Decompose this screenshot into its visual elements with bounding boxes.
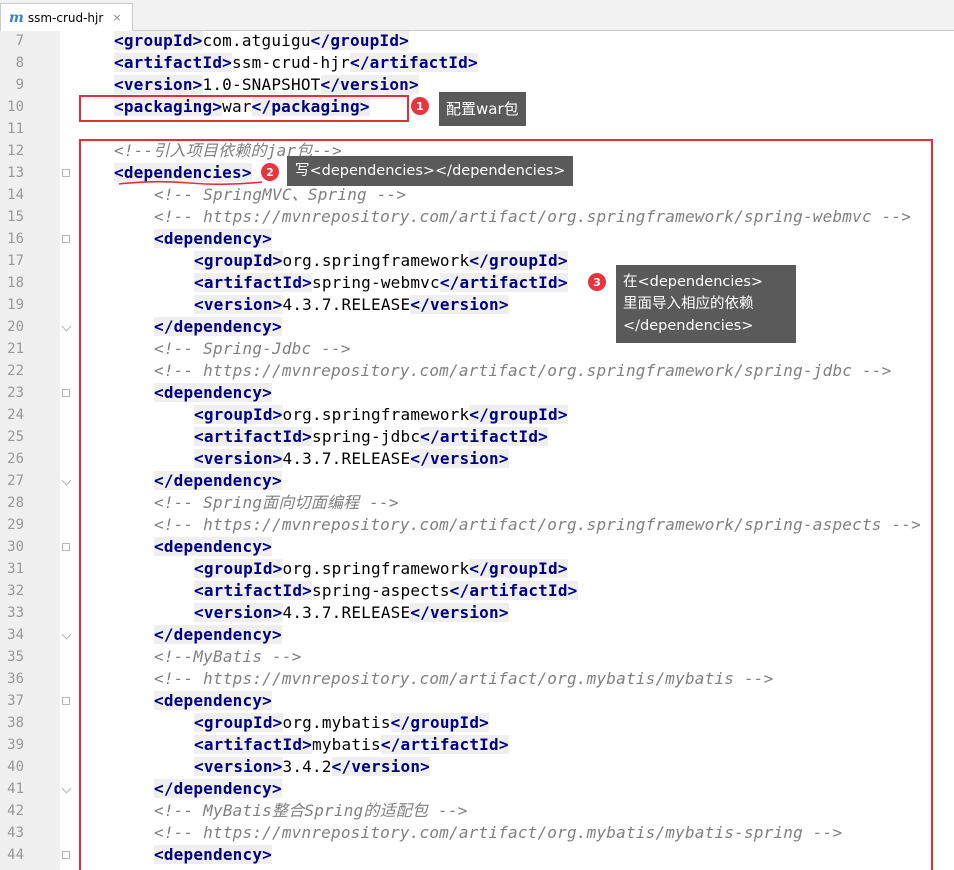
annotation-note-1: 配置war包 — [439, 92, 526, 126]
line-number: 44 — [7, 847, 24, 863]
xml-tag: </groupId> — [310, 31, 409, 50]
line-number: 20 — [7, 319, 24, 335]
xml-tag: <version> — [114, 75, 203, 94]
line-number: 33 — [7, 605, 24, 621]
line-number: 39 — [7, 737, 24, 753]
line-number: 15 — [7, 209, 24, 225]
line-number: 11 — [7, 121, 24, 137]
line-number: 23 — [7, 385, 24, 401]
xml-tag: </artifactId> — [350, 53, 478, 72]
annotation-badge-1: 1 — [411, 97, 429, 115]
tab-title: ssm-crud-hjr — [27, 10, 104, 25]
fold-marker-icon[interactable] — [62, 389, 70, 397]
line-number: 35 — [7, 649, 24, 665]
annotation-badge-3: 3 — [588, 273, 606, 291]
maven-m-icon: m — [9, 9, 24, 26]
code-line[interactable]: 7 <groupId>com.atguigu</groupId> — [0, 30, 954, 52]
line-number: 21 — [7, 341, 24, 357]
annotation-note-2: 写<dependencies></dependencies> — [287, 156, 574, 186]
fold-marker-icon[interactable] — [62, 169, 70, 177]
tab-ssm-crud-hjr[interactable]: m ssm-crud-hjr × — [0, 3, 133, 31]
line-number: 38 — [7, 715, 24, 731]
red-underline — [118, 180, 263, 186]
line-number: 10 — [7, 99, 24, 115]
close-icon[interactable]: × — [112, 11, 121, 24]
xml-text: 1.0-SNAPSHOT — [202, 75, 321, 94]
annotation-note-3: 在<dependencies> 里面导入相应的依赖 </dependencies… — [616, 265, 796, 343]
line-number: 17 — [7, 253, 24, 269]
line-number: 8 — [15, 55, 24, 71]
line-number: 42 — [7, 803, 24, 819]
code-text: <artifactId>ssm-crud-hjr</artifactId> — [114, 52, 478, 74]
line-number: 32 — [7, 583, 24, 599]
code-line[interactable]: 8 <artifactId>ssm-crud-hjr</artifactId> — [0, 52, 954, 74]
highlight-box-dependencies — [79, 139, 933, 870]
highlight-box-packaging — [79, 95, 409, 122]
line-number: 18 — [7, 275, 24, 291]
line-number: 31 — [7, 561, 24, 577]
xml-tag: <groupId> — [114, 31, 203, 50]
code-text: <groupId>com.atguigu</groupId> — [114, 30, 409, 52]
line-number: 16 — [7, 231, 24, 247]
line-number: 13 — [7, 165, 24, 181]
xml-text: com.atguigu — [202, 31, 311, 50]
fold-end-icon[interactable] — [61, 321, 72, 332]
line-number: 41 — [7, 781, 24, 797]
line-number: 25 — [7, 429, 24, 445]
line-number: 29 — [7, 517, 24, 533]
code-text: <version>1.0-SNAPSHOT</version> — [114, 74, 419, 96]
fold-marker-icon[interactable] — [62, 235, 70, 243]
fold-marker-icon[interactable] — [62, 851, 70, 859]
fold-end-icon[interactable] — [61, 783, 72, 794]
editor-tab-bar: m ssm-crud-hjr × — [0, 0, 954, 31]
line-number: 36 — [7, 671, 24, 687]
line-number: 22 — [7, 363, 24, 379]
line-number: 28 — [7, 495, 24, 511]
xml-tag: <artifactId> — [114, 53, 232, 72]
line-number: 19 — [7, 297, 24, 313]
xml-text: ssm-crud-hjr — [232, 53, 350, 72]
line-number: 40 — [7, 759, 24, 775]
line-number: 27 — [7, 473, 24, 489]
line-number: 26 — [7, 451, 24, 467]
line-number: 14 — [7, 187, 24, 203]
fold-marker-icon[interactable] — [62, 543, 70, 551]
fold-end-icon[interactable] — [61, 475, 72, 486]
annotation-badge-2: 2 — [261, 163, 279, 181]
line-number: 34 — [7, 627, 24, 643]
line-number: 24 — [7, 407, 24, 423]
xml-tag: </version> — [320, 75, 419, 94]
line-number: 9 — [15, 77, 24, 93]
line-number: 30 — [7, 539, 24, 555]
line-number: 43 — [7, 825, 24, 841]
fold-end-icon[interactable] — [61, 629, 72, 640]
line-number: 12 — [7, 143, 24, 159]
fold-marker-icon[interactable] — [62, 697, 70, 705]
line-number: 7 — [15, 33, 24, 49]
line-number: 37 — [7, 693, 24, 709]
